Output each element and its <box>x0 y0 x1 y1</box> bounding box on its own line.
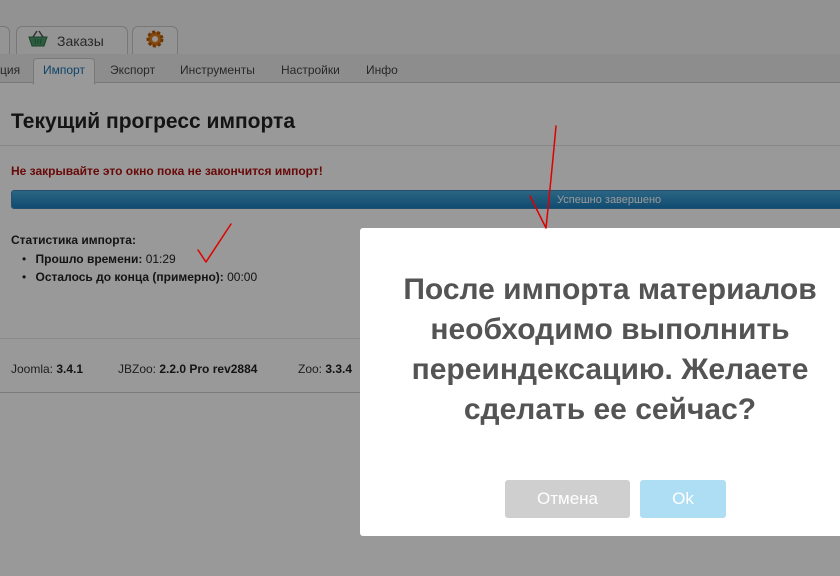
annotation-arrow <box>529 125 557 229</box>
annotation-checkmark <box>197 223 232 263</box>
annotation-marks <box>197 125 557 263</box>
